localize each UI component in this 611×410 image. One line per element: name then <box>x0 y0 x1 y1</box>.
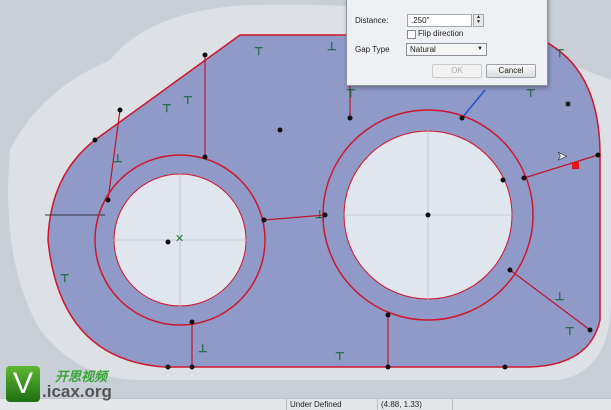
cancel-button[interactable]: Cancel <box>486 64 536 78</box>
flip-direction-checkbox[interactable] <box>407 30 416 39</box>
status-empty <box>452 399 606 410</box>
watermark-logo: V <box>6 366 40 402</box>
distance-label: Distance: <box>355 16 389 25</box>
svg-text:⊥: ⊥ <box>327 41 337 53</box>
svg-text:⊤: ⊤ <box>526 88 536 100</box>
svg-text:⊤: ⊤ <box>60 273 70 285</box>
flip-direction-label: Flip direction <box>418 29 464 38</box>
svg-text:⊤: ⊤ <box>565 326 575 338</box>
svg-text:⊤: ⊤ <box>183 95 193 107</box>
svg-text:⊥: ⊥ <box>555 291 565 303</box>
svg-text:⊤: ⊤ <box>555 48 565 60</box>
cursor-coords: (4.88, 1.33) <box>377 399 451 410</box>
cursor-icon: ➤ <box>557 149 567 163</box>
sketch-state: Under Defined <box>286 399 370 410</box>
chevron-down-icon: ▼ <box>477 46 483 52</box>
svg-text:⊤: ⊤ <box>254 46 264 58</box>
watermark-url: .icax.org <box>42 382 112 401</box>
svg-text:⊤: ⊤ <box>335 351 345 363</box>
svg-text:⊥: ⊥ <box>315 209 325 221</box>
ok-button[interactable]: OK <box>432 64 482 78</box>
svg-text:⊤: ⊤ <box>162 103 172 115</box>
offset-dialog: Distance: .250" ▲ ▼ Flip direction Gap Ty… <box>346 0 548 86</box>
gap-type-value: Natural <box>410 45 436 54</box>
gap-type-select[interactable]: Natural ▼ <box>406 43 487 56</box>
gap-type-label: Gap Type <box>355 45 390 54</box>
svg-text:⊥: ⊥ <box>113 153 123 165</box>
distance-spinner[interactable]: ▲ ▼ <box>473 14 484 27</box>
origin-icon: ✕ <box>175 233 184 245</box>
svg-text:⊥: ⊥ <box>198 343 208 355</box>
svg-text:⊤: ⊤ <box>346 88 356 100</box>
selected-point[interactable] <box>572 162 579 169</box>
distance-input[interactable]: .250" <box>407 14 472 27</box>
